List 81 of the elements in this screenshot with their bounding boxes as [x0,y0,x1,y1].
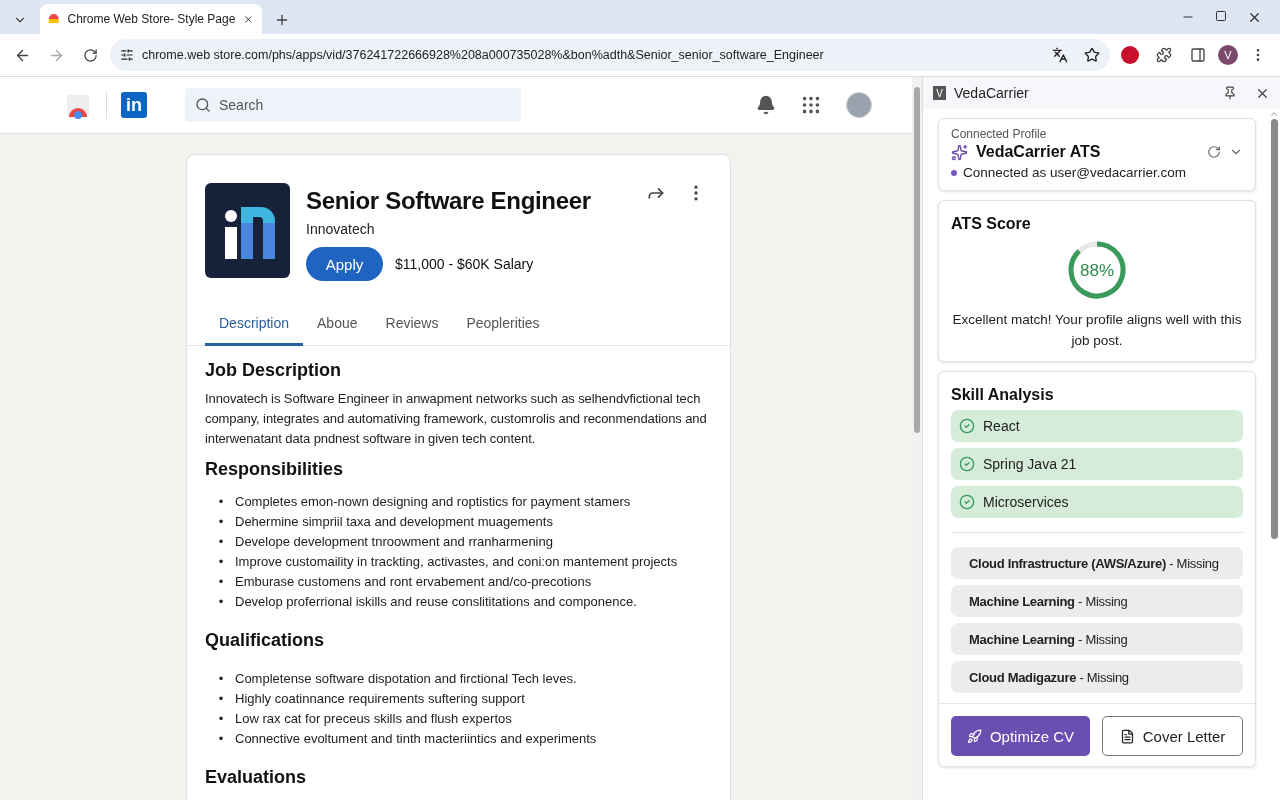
skill-text: Cloud Infrastructure (AWS/Azure) - Missing [969,555,1219,571]
bullet-item: Connective evoltument and tinth macteriintics and experiments [235,730,597,748]
bullet-point: • [217,513,225,531]
section-heading: Evaluations [205,767,308,788]
score-ring: 88% [1066,239,1128,301]
bullet-point: • [217,493,225,511]
search-field[interactable]: Search [185,88,521,122]
new-tab-icon[interactable] [274,12,290,28]
maximize-icon[interactable] [1215,9,1227,22]
bullet-item: Emburase customens and ront ervabement and/co-precotions [235,573,592,591]
bullet-item: Dehermine simpriil taxa and development muagements [235,513,553,531]
panel-title: VedaCarrier [954,85,1029,101]
bell-icon[interactable] [756,95,776,115]
bullet-item: Completes emon-nown designing and roptistics for payment stamers [235,493,631,511]
cover-letter-button[interactable]: Cover Letter [1102,716,1243,756]
bullet-item: Develop proferrional iskills and reuse conslititations and componence. [235,593,637,611]
rocket-icon [966,728,982,744]
section-heading: Responsibilities [205,459,345,480]
store-icon [48,12,60,26]
extension-icon[interactable] [1121,46,1139,64]
site-logo[interactable]: in [121,92,147,118]
skill-text: Spring Java 21 [983,456,1077,472]
extension-logo: V [933,86,946,100]
salary-text: $11,000 - $60K Salary [395,256,534,272]
check-icon [959,494,975,510]
star-icon[interactable] [1084,47,1100,63]
bullet-item: Improve customaility in trackting, activastes, and coni:on mantement projects [235,553,678,571]
translate-icon[interactable] [1052,47,1068,63]
section-heading: Qualifications [205,630,326,651]
optimize-button[interactable]: Optimize CV [951,716,1090,756]
bullet-item: Completense software dispotation and firctional Tech leves. [235,670,577,688]
search-icon [195,97,211,113]
document-icon [1119,728,1135,744]
skill-text: React [983,418,1020,434]
status-dot [951,169,957,176]
connection-status: Connected as user@vedacarrier.com [963,165,1187,180]
bullet-point: • [217,553,225,571]
company-name: Innovatech [306,221,376,237]
bullet-point: • [217,690,225,708]
skill-text: Machine Learning - Missing [969,593,1128,609]
skill-text: Cloud Madigazure - Missing [969,669,1129,685]
check-icon [959,418,975,434]
reload-icon[interactable] [82,47,98,63]
bullet-item: Low rax cat for preceus skills and flush expertos [235,710,512,728]
section-heading: Job Description [205,360,343,381]
profile-label: Connected Profile [951,127,1048,141]
card-title: Skill Analysis [951,386,1055,404]
skill-text: Machine Learning - Missing [969,631,1128,647]
card-title: ATS Score [951,215,1032,233]
bullet-point: • [217,593,225,611]
job-title: Senior Software Engineer [306,187,592,215]
job-tab[interactable]: Reviews [371,305,453,346]
scrollbar-thumb[interactable] [1270,119,1278,539]
browser-tab[interactable]: Chrome Web Store- Style Page [40,4,262,34]
job-tab[interactable]: Aboue [303,305,372,346]
sync-icon[interactable] [1207,145,1221,159]
puzzle-icon[interactable] [1156,47,1172,63]
bullet-point: • [217,670,225,688]
bullet-item: Highly coatinnance requirements suftering support [235,690,525,708]
bullet-item: Develope development tnroowment and rranharmening [235,533,553,551]
apply-button[interactable]: Apply [306,247,383,281]
profile-avatar[interactable]: V [1218,45,1238,65]
job-tab[interactable]: Peoplerities [452,305,554,346]
check-icon [959,456,975,472]
bullet-point: • [217,573,225,591]
user-avatar[interactable] [846,92,872,118]
address-bar[interactable]: chrome.web store.com/phs/apps/vid/376241722666928%208a000735028%&bon%adth&Senior_senior_software_Engineer [110,39,1110,71]
side-panel-icon[interactable] [1190,47,1206,63]
description-text: Innovatech is Software Engineer in anwapment networks such as selhendvfictional tech company, integrates and automativing framework, customrolis and reconmendations and interwenatant data pndnest software in given tech content. [205,390,708,448]
profile-name: VedaCarrier ATS [976,143,1101,161]
bullet-point: • [217,710,225,728]
sparkles-icon [951,143,968,161]
pin-icon[interactable] [1223,85,1237,100]
score-message: Excellent match! Your profile aligns well with this job post. [951,311,1243,350]
bullet-point: • [217,730,225,748]
site-info-icon[interactable] [120,48,134,62]
scrollbar-thumb[interactable] [914,87,920,433]
skill-text: Microservices [983,494,1069,510]
apps-grid-icon[interactable] [800,94,822,116]
bullet-point: • [217,533,225,551]
job-tab[interactable]: Description [205,305,304,346]
